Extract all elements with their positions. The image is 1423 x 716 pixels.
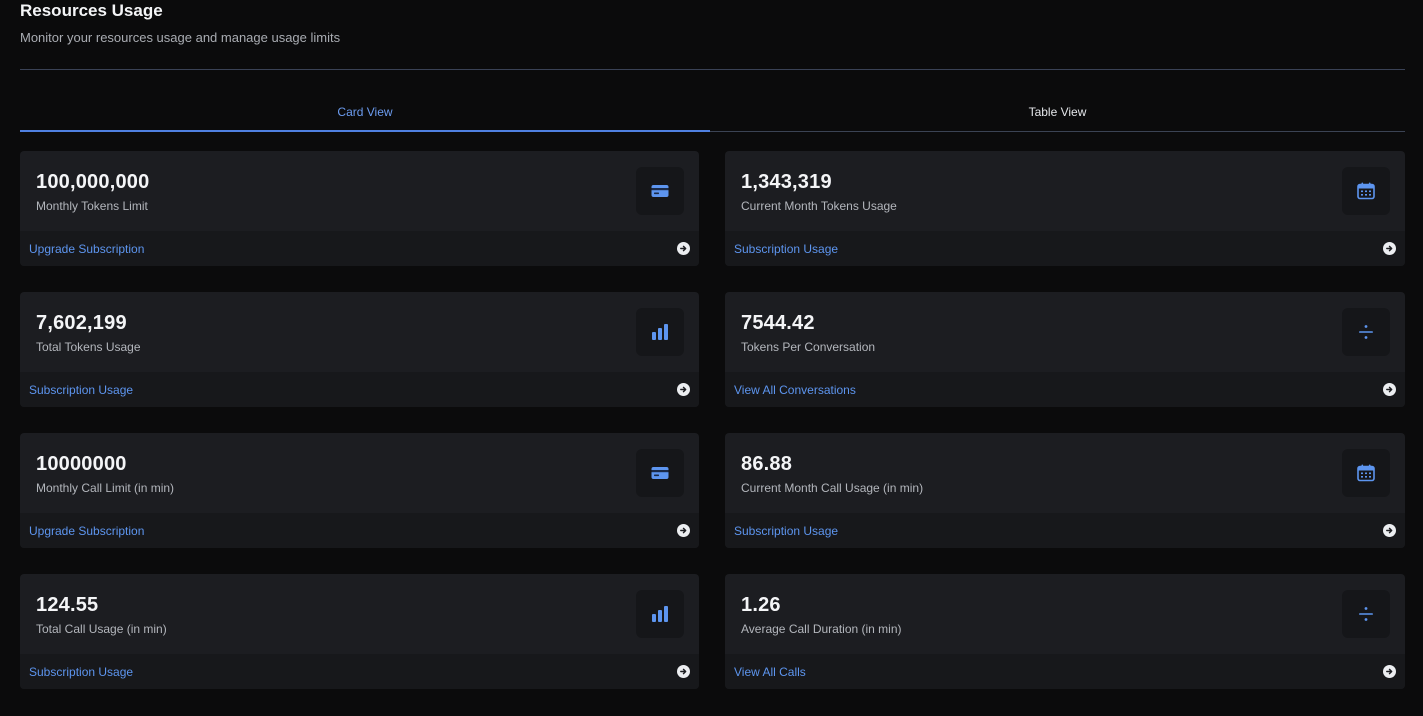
usage-cards-grid: 100,000,000 Monthly Tokens Limit Upgrade … [20,151,1405,689]
usage-card-body: 86.88 Current Month Call Usage (in min) [725,433,1405,513]
calendar-icon [1342,167,1390,215]
usage-card-footer: Subscription Usage [725,513,1405,548]
card-action-link[interactable]: Subscription Usage [29,383,133,397]
metric-value: 1,343,319 [741,171,832,193]
bar-chart-icon [636,308,684,356]
usage-card: 100,000,000 Monthly Tokens Limit Upgrade … [20,151,699,266]
arrow-right-circle-icon[interactable] [677,524,690,537]
divide-icon [1342,590,1390,638]
usage-card-footer: Subscription Usage [20,654,699,689]
tab-card-view[interactable]: Card View [20,94,710,132]
metric-value: 1.26 [741,594,781,616]
page-header: Resources Usage Monitor your resources u… [20,0,1405,46]
usage-card-footer: Upgrade Subscription [20,231,699,266]
usage-card-body: 7,602,199 Total Tokens Usage [20,292,699,372]
usage-card: 86.88 Current Month Call Usage (in min) S… [725,433,1405,548]
resources-usage-page: Resources Usage Monitor your resources u… [0,0,1423,716]
usage-card-footer: Subscription Usage [20,372,699,407]
arrow-right-circle-icon[interactable] [1383,665,1396,678]
metric-value: 10000000 [36,453,127,475]
arrow-right-circle-icon[interactable] [677,383,690,396]
metric-label: Average Call Duration (in min) [741,622,902,636]
card-action-link[interactable]: Upgrade Subscription [29,242,144,256]
card-action-link[interactable]: Subscription Usage [734,242,838,256]
bar-chart-icon [636,590,684,638]
usage-card-body: 10000000 Monthly Call Limit (in min) [20,433,699,513]
metric-value: 86.88 [741,453,793,475]
arrow-right-circle-icon[interactable] [1383,242,1396,255]
arrow-right-circle-icon[interactable] [677,665,690,678]
usage-card-footer: View All Calls [725,654,1405,689]
page-subtitle: Monitor your resources usage and manage … [20,30,341,45]
usage-card-footer: Upgrade Subscription [20,513,699,548]
metric-label: Tokens Per Conversation [741,340,876,354]
metric-label: Monthly Tokens Limit [36,199,148,213]
metric-value: 7,602,199 [36,312,127,334]
card-action-link[interactable]: Subscription Usage [29,665,133,679]
view-tabs: Card View Table View [20,94,1405,132]
usage-card: 7,602,199 Total Tokens Usage Subscription… [20,292,699,407]
usage-card: 7544.42 Tokens Per Conversation View All … [725,292,1405,407]
metric-value: 100,000,000 [36,171,150,193]
usage-card-body: 1.26 Average Call Duration (in min) [725,574,1405,654]
credit-card-icon [636,449,684,497]
usage-card: 124.55 Total Call Usage (in min) Subscrip… [20,574,699,689]
metric-label: Total Call Usage (in min) [36,622,167,636]
metric-label: Monthly Call Limit (in min) [36,481,175,495]
header-divider [20,69,1405,70]
usage-card-body: 7544.42 Tokens Per Conversation [725,292,1405,372]
usage-card-footer: Subscription Usage [725,231,1405,266]
usage-card-body: 124.55 Total Call Usage (in min) [20,574,699,654]
tab-table-view[interactable]: Table View [710,94,1405,131]
arrow-right-circle-icon[interactable] [1383,524,1396,537]
usage-card-body: 100,000,000 Monthly Tokens Limit [20,151,699,231]
divide-icon [1342,308,1390,356]
credit-card-icon [636,167,684,215]
usage-card-body: 1,343,319 Current Month Tokens Usage [725,151,1405,231]
metric-label: Total Tokens Usage [36,340,141,354]
metric-value: 7544.42 [741,312,815,334]
metric-label: Current Month Call Usage (in min) [741,481,924,495]
usage-card: 1.26 Average Call Duration (in min) View … [725,574,1405,689]
card-action-link[interactable]: Subscription Usage [734,524,838,538]
metric-value: 124.55 [36,594,99,616]
usage-card: 1,343,319 Current Month Tokens Usage Subs… [725,151,1405,266]
usage-card: 10000000 Monthly Call Limit (in min) Upgr… [20,433,699,548]
usage-card-footer: View All Conversations [725,372,1405,407]
card-action-link[interactable]: View All Calls [734,665,806,679]
metric-label: Current Month Tokens Usage [741,199,897,213]
arrow-right-circle-icon[interactable] [1383,383,1396,396]
card-action-link[interactable]: View All Conversations [734,383,856,397]
card-action-link[interactable]: Upgrade Subscription [29,524,144,538]
page-title: Resources Usage [20,1,163,20]
calendar-icon [1342,449,1390,497]
arrow-right-circle-icon[interactable] [677,242,690,255]
